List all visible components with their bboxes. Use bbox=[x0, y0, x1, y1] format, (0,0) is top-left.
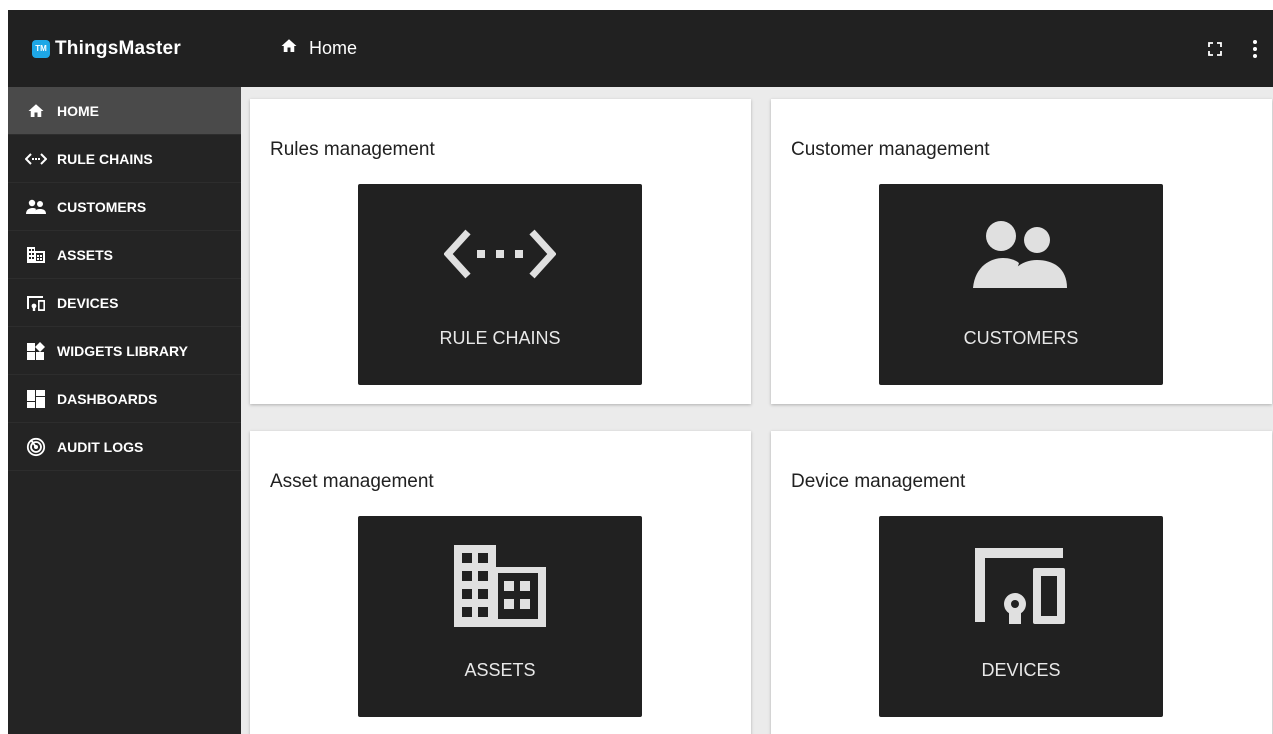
sidebar-item-label: CUSTOMERS bbox=[57, 198, 147, 215]
page-title: Home bbox=[309, 38, 358, 58]
sidebar-item-audit-logs[interactable]: AUDIT LOGS bbox=[8, 423, 241, 471]
devices-icon bbox=[879, 546, 1163, 626]
sidebar-item-label: DEVICES bbox=[57, 294, 119, 311]
rules-management-card: Rules management RULE CHAINS bbox=[250, 99, 751, 404]
sidebar-item-rule-chains[interactable]: RULE CHAINS bbox=[8, 135, 241, 183]
sidebar-item-home[interactable]: HOME bbox=[8, 87, 241, 135]
dashboards-icon bbox=[25, 389, 47, 409]
sidebar-item-label: DASHBOARDS bbox=[57, 390, 158, 407]
sidebar-item-label: AUDIT LOGS bbox=[57, 438, 144, 455]
rule-chains-icon bbox=[358, 214, 642, 294]
sidebar-item-devices[interactable]: DEVICES bbox=[8, 279, 241, 327]
sidebar-item-label: RULE CHAINS bbox=[57, 150, 153, 167]
sidebar-item-widgets-library[interactable]: WIDGETS LIBRARY bbox=[8, 327, 241, 375]
card-title: Device management bbox=[791, 471, 966, 492]
audit-logs-icon bbox=[25, 437, 47, 457]
tile-label: CUSTOMERS bbox=[963, 328, 1079, 348]
devices-tile[interactable]: DEVICES bbox=[879, 516, 1163, 717]
customers-tile[interactable]: CUSTOMERS bbox=[879, 184, 1163, 385]
customer-management-card: Customer management CUSTOMERS bbox=[771, 99, 1272, 404]
tile-label: ASSETS bbox=[464, 660, 536, 680]
sidebar-item-label: ASSETS bbox=[57, 246, 114, 263]
sidebar-item-label: HOME bbox=[57, 102, 99, 119]
assets-tile[interactable]: ASSETS bbox=[358, 516, 642, 717]
sidebar: TM ThingsMaster HOME RULE CHAINS CUSTOME… bbox=[8, 10, 241, 734]
fullscreen-icon[interactable] bbox=[1197, 31, 1233, 67]
header-actions bbox=[1193, 10, 1273, 87]
widgets-library-icon bbox=[25, 341, 47, 361]
sidebar-item-label: WIDGETS LIBRARY bbox=[57, 342, 188, 359]
top-bar: Home bbox=[241, 10, 1273, 87]
brand[interactable]: TM ThingsMaster bbox=[8, 10, 241, 87]
customers-icon bbox=[879, 214, 1163, 294]
device-management-card: Device management DEVICES bbox=[771, 431, 1272, 734]
tile-label: DEVICES bbox=[981, 660, 1061, 680]
breadcrumb-home-icon[interactable] bbox=[279, 37, 299, 60]
logo-icon: TM bbox=[32, 39, 50, 58]
card-title: Asset management bbox=[270, 471, 434, 492]
home-icon bbox=[25, 101, 47, 121]
assets-icon bbox=[25, 245, 47, 265]
more-vert-icon[interactable] bbox=[1237, 31, 1273, 67]
sidebar-item-assets[interactable]: ASSETS bbox=[8, 231, 241, 279]
sidebar-nav: HOME RULE CHAINS CUSTOMERS ASSETS DEVICE… bbox=[8, 87, 241, 471]
app-frame: TM ThingsMaster HOME RULE CHAINS CUSTOME… bbox=[8, 10, 1273, 734]
rule-chains-icon bbox=[25, 149, 47, 169]
rule-chains-tile[interactable]: RULE CHAINS bbox=[358, 184, 642, 385]
customers-icon bbox=[25, 197, 47, 217]
card-title: Rules management bbox=[270, 139, 435, 160]
sidebar-item-customers[interactable]: CUSTOMERS bbox=[8, 183, 241, 231]
brand-name: ThingsMaster bbox=[55, 37, 181, 59]
devices-icon bbox=[25, 293, 47, 313]
sidebar-item-dashboards[interactable]: DASHBOARDS bbox=[8, 375, 241, 423]
tile-label: RULE CHAINS bbox=[439, 328, 561, 348]
asset-management-card: Asset management ASSETS bbox=[250, 431, 751, 734]
card-title: Customer management bbox=[791, 139, 990, 160]
assets-icon bbox=[358, 545, 642, 627]
